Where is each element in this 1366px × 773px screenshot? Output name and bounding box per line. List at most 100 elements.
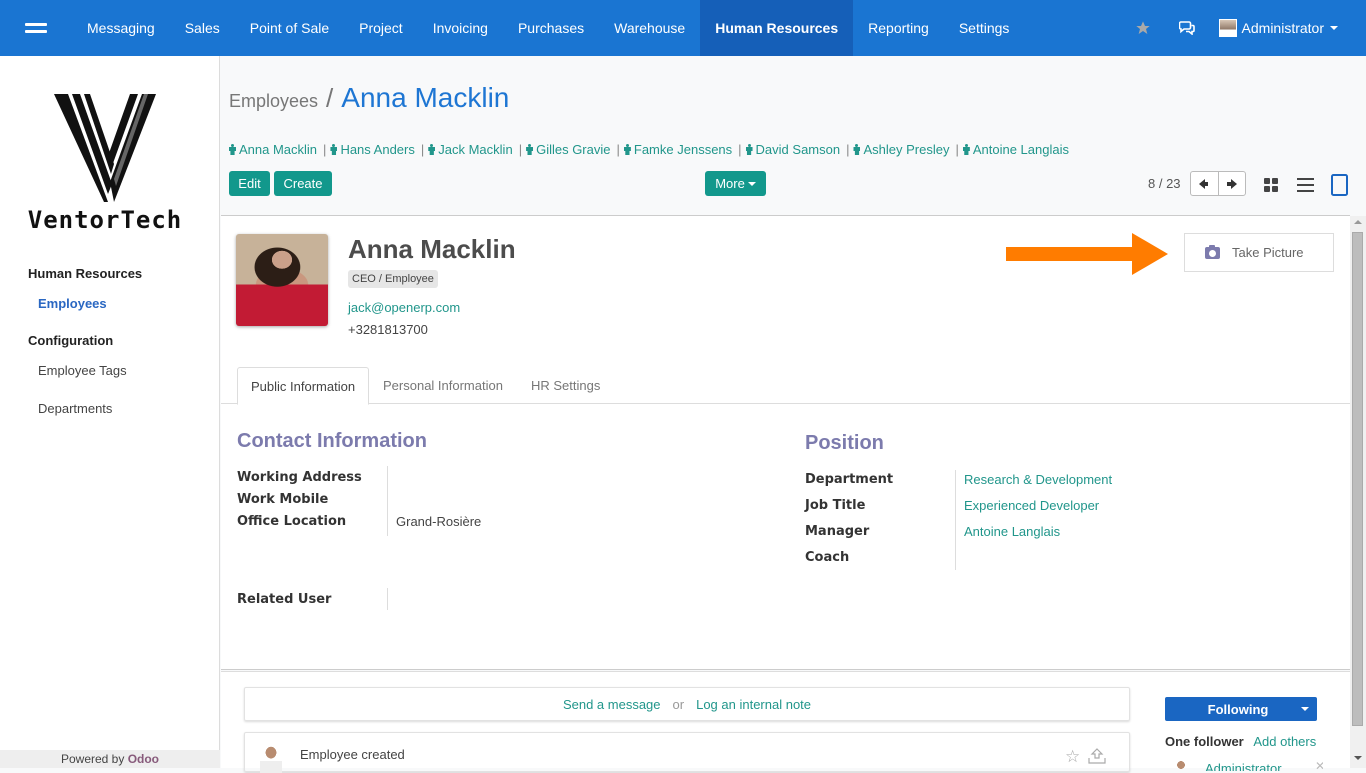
menu-point-of-sale[interactable]: Point of Sale xyxy=(235,0,344,56)
pager-next-button[interactable] xyxy=(1217,172,1246,195)
employee-link-label: Ashley Presley xyxy=(863,142,950,157)
edit-button[interactable]: Edit xyxy=(229,171,270,196)
manager-label: Manager xyxy=(805,524,870,539)
sidebar-item-employee-tags[interactable]: Employee Tags xyxy=(38,363,127,378)
vertical-scrollbar[interactable] xyxy=(1350,216,1366,768)
menu-settings[interactable]: Settings xyxy=(944,0,1025,56)
main-menu: Messaging Sales Point of Sale Project In… xyxy=(72,0,1024,56)
chatter-message: Employee created ☆ xyxy=(244,732,1130,773)
followers-count: One follower xyxy=(1165,734,1244,749)
take-picture-button[interactable]: Take Picture xyxy=(1184,233,1334,272)
employee-link[interactable]: Hans Anders | xyxy=(330,142,428,157)
menu-invoicing[interactable]: Invoicing xyxy=(418,0,503,56)
employee-link[interactable]: Famke Jenssens | xyxy=(624,142,746,157)
sidebar-item-employees[interactable]: Employees xyxy=(38,296,107,311)
take-picture-label: Take Picture xyxy=(1232,245,1304,260)
scroll-up-arrow-icon[interactable] xyxy=(1354,220,1362,224)
pager-value[interactable]: 8 / 23 xyxy=(1148,176,1181,191)
create-button[interactable]: Create xyxy=(274,171,332,196)
tab-public-information[interactable]: Public Information xyxy=(237,367,370,405)
remove-follower-icon[interactable]: ✕ xyxy=(1315,759,1323,771)
more-button[interactable]: More xyxy=(705,171,766,196)
person-icon xyxy=(428,144,435,155)
follower-avatar xyxy=(1173,757,1189,771)
employee-photo[interactable] xyxy=(236,234,328,326)
employee-link-label: Gilles Gravie xyxy=(536,142,611,157)
menu-human-resources[interactable]: Human Resources xyxy=(700,0,854,56)
log-note-link[interactable]: Log an internal note xyxy=(696,697,811,712)
menu-messaging[interactable]: Messaging xyxy=(72,0,170,56)
employee-quick-links: Anna Macklin | Hans Anders | Jack Macklin |… xyxy=(229,142,1069,157)
camera-icon xyxy=(1205,244,1220,259)
tab-personal-information[interactable]: Personal Information xyxy=(370,367,516,404)
annotation-arrow-icon xyxy=(1006,233,1168,275)
navbar-systray: Administrator xyxy=(1121,0,1366,56)
messages-button[interactable] xyxy=(1165,0,1209,56)
powered-by-footer: Powered by Odoo xyxy=(0,750,220,768)
kanban-view-icon[interactable] xyxy=(1264,178,1278,192)
employee-tag: CEO / Employee xyxy=(348,270,438,288)
follower-item: Administrator ✕ xyxy=(1173,757,1323,771)
employee-link-label: Hans Anders xyxy=(340,142,415,157)
field-divider xyxy=(387,466,388,536)
sidebar-section-configuration: Configuration xyxy=(28,333,114,348)
tab-hr-settings[interactable]: HR Settings xyxy=(518,367,613,404)
reply-icon[interactable] xyxy=(1088,748,1106,764)
breadcrumb-employees[interactable]: Employees xyxy=(229,91,318,112)
department-value[interactable]: Research & Development xyxy=(964,472,1112,487)
breadcrumb-current: Anna Macklin xyxy=(341,82,510,113)
scroll-thumb[interactable] xyxy=(1352,232,1363,726)
person-icon xyxy=(624,144,631,155)
manager-value[interactable]: Antoine Langlais xyxy=(964,524,1060,539)
sidebar-section-human-resources: Human Resources xyxy=(28,266,143,281)
form-sheet: Anna Macklin CEO / Employee jack@openerp… xyxy=(221,215,1350,670)
message-body: Employee created xyxy=(300,747,405,762)
list-view-icon[interactable] xyxy=(1297,178,1314,192)
menu-warehouse[interactable]: Warehouse xyxy=(599,0,700,56)
work-mobile-label: Work Mobile xyxy=(237,492,329,507)
more-label: More xyxy=(715,176,745,191)
employee-link-label: Anna Macklin xyxy=(239,142,318,157)
employee-link[interactable]: David Samson | xyxy=(746,142,854,157)
employee-link[interactable]: Anna Macklin | xyxy=(229,142,330,157)
pager-previous-button[interactable] xyxy=(1191,172,1218,195)
message-author-avatar xyxy=(260,743,282,773)
send-message-link[interactable]: Send a message xyxy=(563,697,661,712)
menu-reporting[interactable]: Reporting xyxy=(853,0,944,56)
person-icon xyxy=(853,144,860,155)
employee-link-label: Famke Jenssens xyxy=(633,142,733,157)
employee-link[interactable]: Ashley Presley | xyxy=(853,142,962,157)
follower-name[interactable]: Administrator xyxy=(1205,761,1282,771)
user-menu[interactable]: Administrator xyxy=(1209,19,1366,37)
employee-link-label: Jack Macklin xyxy=(438,142,513,157)
odoo-link[interactable]: Odoo xyxy=(128,752,159,766)
app-menu-button[interactable] xyxy=(0,0,72,56)
form-tabs: Public Information Personal Information … xyxy=(221,367,1350,405)
form-view-icon[interactable] xyxy=(1331,174,1348,196)
add-followers-link[interactable]: Add others xyxy=(1253,734,1316,749)
menu-sales[interactable]: Sales xyxy=(170,0,235,56)
powered-by-text: Powered by xyxy=(60,752,125,766)
following-dropdown[interactable] xyxy=(1293,707,1317,711)
user-name: Administrator xyxy=(1241,20,1324,36)
breadcrumb-separator: / xyxy=(326,83,334,113)
employee-link[interactable]: Jack Macklin | xyxy=(428,142,526,157)
star-outline-icon[interactable]: ☆ xyxy=(1065,747,1080,767)
employee-email[interactable]: jack@openerp.com xyxy=(348,300,460,315)
menu-project[interactable]: Project xyxy=(344,0,418,56)
following-button[interactable]: Following xyxy=(1165,697,1317,721)
menu-purchases[interactable]: Purchases xyxy=(503,0,599,56)
sidebar-item-departments[interactable]: Departments xyxy=(38,401,112,416)
position-title: Position xyxy=(805,432,884,454)
office-location-value: Grand-Rosière xyxy=(396,514,482,529)
job-title-value[interactable]: Experienced Developer xyxy=(964,498,1099,513)
employee-link[interactable]: Gilles Gravie | xyxy=(526,142,624,157)
contact-information-title: Contact Information xyxy=(237,430,427,452)
employee-link[interactable]: Antoine Langlais xyxy=(963,142,1069,157)
scroll-down-arrow-icon[interactable] xyxy=(1354,756,1362,760)
arrow-left-icon xyxy=(1199,178,1209,189)
favorites-button[interactable] xyxy=(1121,0,1165,56)
sidebar: VentorTech Human Resources Employees Con… xyxy=(0,56,220,768)
working-address-label: Working Address xyxy=(237,470,362,485)
job-title-label: Job Title xyxy=(805,498,866,513)
